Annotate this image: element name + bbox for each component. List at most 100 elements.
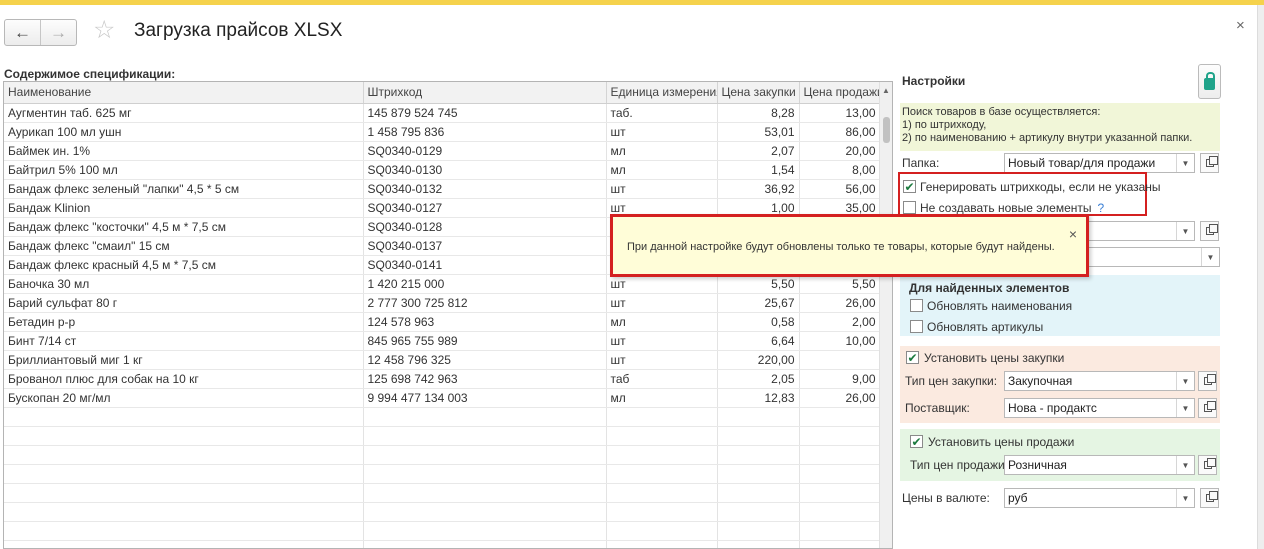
cell-name: Байтрил 5% 100 мл bbox=[4, 160, 364, 180]
table-row[interactable]: Бандаж флекс зеленый "лапки" 4,5 * 5 см S… bbox=[4, 179, 881, 199]
column-header-barcode[interactable]: Штрихкод bbox=[363, 82, 607, 104]
folder-open-button[interactable] bbox=[1200, 153, 1219, 173]
back-button[interactable]: ← bbox=[5, 20, 40, 45]
cell-unit: шт bbox=[606, 179, 718, 199]
lock-button[interactable] bbox=[1198, 64, 1221, 99]
table-row[interactable] bbox=[4, 407, 881, 427]
cell-barcode bbox=[363, 540, 607, 548]
purchase-type-open-button[interactable] bbox=[1198, 371, 1217, 391]
cell-barcode bbox=[363, 464, 607, 484]
supplier-open-button[interactable] bbox=[1198, 398, 1217, 418]
cell-barcode: SQ0340-0129 bbox=[363, 141, 607, 161]
open-icon bbox=[1203, 458, 1216, 469]
supplier-field[interactable]: Нова - продактс ▼ bbox=[1004, 398, 1195, 418]
sale-type-open-button[interactable] bbox=[1198, 455, 1217, 475]
column-header-sale-price[interactable]: Цена продажи bbox=[799, 82, 881, 104]
cell-name bbox=[4, 521, 364, 541]
column-header-unit[interactable]: Единица измерения bbox=[606, 82, 718, 104]
chevron-down-icon[interactable]: ▼ bbox=[1176, 489, 1194, 507]
cell-sale-price bbox=[799, 445, 881, 465]
chevron-down-icon[interactable]: ▼ bbox=[1176, 222, 1194, 240]
cell-sale-price bbox=[799, 483, 881, 503]
cell-unit: мл bbox=[606, 388, 718, 408]
table-row[interactable]: Бриллиантовый миг 1 кг 12 458 796 325 шт 22… bbox=[4, 350, 881, 370]
no-new-items-label: Не создавать новые элементы bbox=[920, 201, 1092, 215]
chevron-down-icon[interactable]: ▼ bbox=[1176, 372, 1194, 390]
forward-button[interactable]: → bbox=[40, 20, 76, 45]
cell-unit bbox=[606, 483, 718, 503]
cell-unit: мл bbox=[606, 141, 718, 161]
cell-purchase-price bbox=[717, 521, 800, 541]
table-row[interactable] bbox=[4, 521, 881, 541]
no-new-items-checkbox[interactable] bbox=[903, 201, 916, 214]
table-row[interactable]: Байтрил 5% 100 мл SQ0340-0130 мл 1,54 8,00 bbox=[4, 160, 881, 180]
table-row[interactable] bbox=[4, 502, 881, 522]
update-articles-checkbox[interactable] bbox=[910, 320, 923, 333]
cell-unit bbox=[606, 502, 718, 522]
checkmark-icon: ✔ bbox=[907, 350, 918, 365]
generate-barcodes-label: Генерировать штрихкоды, если не указаны bbox=[920, 180, 1161, 194]
column-header-name[interactable]: Наименование bbox=[4, 82, 364, 104]
cell-purchase-price: 2,05 bbox=[717, 369, 800, 389]
currency-open-button[interactable] bbox=[1200, 488, 1219, 508]
cell-barcode: 145 879 524 745 bbox=[363, 103, 607, 123]
cell-barcode bbox=[363, 521, 607, 541]
open-icon bbox=[1205, 491, 1218, 502]
currency-label: Цены в валюте: bbox=[902, 491, 990, 505]
cell-name bbox=[4, 407, 364, 427]
chevron-down-icon[interactable]: ▼ bbox=[1201, 248, 1219, 266]
scroll-up-icon[interactable]: ▲ bbox=[882, 86, 890, 95]
cell-purchase-price: 6,64 bbox=[717, 331, 800, 351]
table-row[interactable] bbox=[4, 445, 881, 465]
favorite-star-icon[interactable]: ☆ bbox=[93, 18, 115, 43]
cell-unit: шт bbox=[606, 293, 718, 313]
sale-type-field[interactable]: Розничная ▼ bbox=[1004, 455, 1195, 475]
window-edge-scrollbar bbox=[1257, 5, 1264, 549]
cell-barcode: SQ0340-0127 bbox=[363, 198, 607, 218]
chevron-down-icon[interactable]: ▼ bbox=[1176, 154, 1194, 172]
cell-purchase-price: 0,58 bbox=[717, 312, 800, 332]
close-window-icon[interactable]: × bbox=[1236, 17, 1245, 34]
set-sale-checkbox[interactable]: ✔ bbox=[910, 435, 923, 448]
cell-unit: таб bbox=[606, 369, 718, 389]
cell-name: Бинт 7/14 ст bbox=[4, 331, 364, 351]
scrollbar-thumb[interactable] bbox=[883, 117, 890, 143]
cell-sale-price: 20,00 bbox=[799, 141, 881, 161]
set-sale-label: Установить цены продажи bbox=[928, 435, 1075, 449]
table-row[interactable]: Брованол плюс для собак на 10 кг 125 698 … bbox=[4, 369, 881, 389]
cell-unit: мл bbox=[606, 312, 718, 332]
table-row[interactable] bbox=[4, 426, 881, 446]
hidden-open-button[interactable] bbox=[1200, 221, 1219, 241]
page-title: Загрузка прайсов XLSX bbox=[134, 20, 343, 41]
table-row[interactable] bbox=[4, 540, 881, 548]
cell-barcode: SQ0340-0141 bbox=[363, 255, 607, 275]
generate-barcodes-checkbox[interactable]: ✔ bbox=[903, 180, 916, 193]
tooltip-close-icon[interactable]: × bbox=[1069, 226, 1077, 242]
cell-name: Бускопан 20 мг/мл bbox=[4, 388, 364, 408]
chevron-down-icon[interactable]: ▼ bbox=[1176, 399, 1194, 417]
currency-field[interactable]: руб ▼ bbox=[1004, 488, 1195, 508]
search-info-note: Поиск товаров в базе осуществляется: 1) … bbox=[900, 103, 1220, 151]
update-names-checkbox[interactable] bbox=[910, 299, 923, 312]
chevron-down-icon[interactable]: ▼ bbox=[1176, 456, 1194, 474]
table-row[interactable] bbox=[4, 464, 881, 484]
table-row[interactable]: Баймек ин. 1% SQ0340-0129 мл 2,07 20,00 bbox=[4, 141, 881, 161]
folder-field[interactable]: Новый товар/для продажи ▼ bbox=[1004, 153, 1195, 173]
back-arrow-icon: ← bbox=[14, 22, 31, 42]
column-header-purchase-price[interactable]: Цена закупки bbox=[717, 82, 800, 104]
set-purchase-label: Установить цены закупки bbox=[924, 351, 1065, 365]
table-row[interactable]: Бинт 7/14 ст 845 965 755 989 шт 6,64 10,00 bbox=[4, 331, 881, 351]
purchase-type-field[interactable]: Закупочная ▼ bbox=[1004, 371, 1195, 391]
table-row[interactable]: Бетадин р-р 124 578 963 мл 0,58 2,00 bbox=[4, 312, 881, 332]
table-row[interactable]: Аугментин таб. 625 мг 145 879 524 745 таб.… bbox=[4, 103, 881, 123]
spec-table[interactable]: Наименование Штрихкод Единица измерения … bbox=[3, 81, 893, 549]
cell-purchase-price: 12,83 bbox=[717, 388, 800, 408]
table-row[interactable]: Барий сульфат 80 г2 777 300 725 812 шт 25,… bbox=[4, 293, 881, 313]
cell-sale-price bbox=[799, 502, 881, 522]
table-scrollbar[interactable]: ▲ bbox=[879, 82, 892, 548]
table-row[interactable] bbox=[4, 483, 881, 503]
help-icon[interactable]: ? bbox=[1098, 201, 1105, 215]
table-row[interactable]: Бускопан 20 мг/мл 9 994 477 134 003 мл 12,8… bbox=[4, 388, 881, 408]
table-row[interactable]: Аурикап 100 мл ушн 1 458 795 836 шт 53,01 86… bbox=[4, 122, 881, 142]
set-purchase-checkbox[interactable]: ✔ bbox=[906, 351, 919, 364]
